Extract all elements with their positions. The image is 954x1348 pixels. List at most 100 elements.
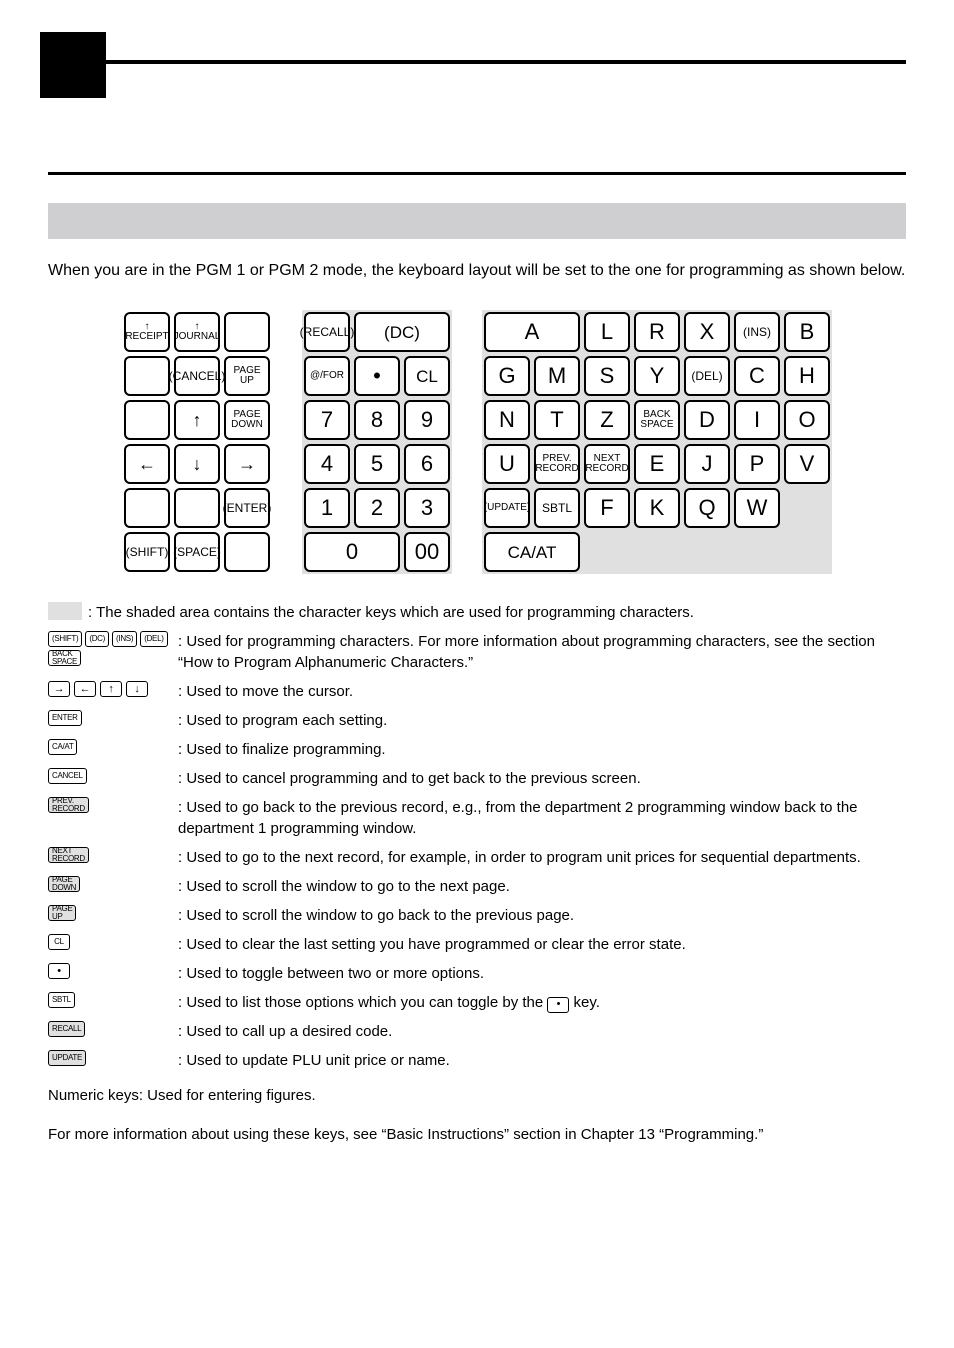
key-g[interactable]: G [484, 356, 530, 396]
legend-keycol: →←↑↓ [48, 681, 178, 697]
key-s[interactable]: S [584, 356, 630, 396]
key-journal[interactable]: ↑ JOURNAL [174, 312, 220, 352]
key-page-down[interactable]: PAGE DOWN [224, 400, 270, 440]
key-8[interactable]: 8 [354, 400, 400, 440]
legend-row: RECALL: Used to call up a desired code. [48, 1021, 906, 1042]
key-9[interactable]: 9 [404, 400, 450, 440]
key-v[interactable]: V [784, 444, 830, 484]
legend-badge: (DC) [85, 631, 109, 647]
key-4[interactable]: 4 [304, 444, 350, 484]
key-2[interactable]: 2 [354, 488, 400, 528]
key-ins[interactable]: (INS) [734, 312, 780, 352]
chapter-rule [106, 60, 906, 64]
key-w[interactable]: W [734, 488, 780, 528]
legend-desc: : Used to update PLU unit price or name. [178, 1050, 906, 1071]
key-e[interactable]: E [634, 444, 680, 484]
key-recall[interactable]: (RECALL) [304, 312, 350, 352]
key-cancel[interactable]: (CANCEL) [174, 356, 220, 396]
key-empty [124, 356, 170, 396]
chapter-number-box [40, 32, 106, 98]
key-page-up[interactable]: PAGE UP [224, 356, 270, 396]
legend-badge: BACK SPACE [48, 650, 81, 666]
key-c[interactable]: C [734, 356, 780, 396]
legend-row: SBTL: Used to list those options which y… [48, 992, 906, 1013]
legend-badge: RECALL [48, 1021, 85, 1037]
legend-shaded-desc: : The shaded area contains the character… [88, 602, 906, 623]
legend-keycol: PREV. RECORD [48, 797, 178, 813]
legend-row: →←↑↓: Used to move the cursor. [48, 681, 906, 702]
key-space[interactable]: (SPACE) [174, 532, 220, 572]
legend-desc: : Used to clear the last setting you hav… [178, 934, 906, 955]
legend-desc: : Used to program each setting. [178, 710, 906, 731]
key-next-record[interactable]: NEXT RECORD [584, 444, 630, 484]
key-at-for[interactable]: @/FOR [304, 356, 350, 396]
key-b[interactable]: B [784, 312, 830, 352]
key-update[interactable]: (UPDATE) [484, 488, 530, 528]
legend-badge: ↑ [100, 681, 122, 697]
legend-badge: CANCEL [48, 768, 87, 784]
key-r[interactable]: R [634, 312, 680, 352]
legend-desc: : Used to scroll the window to go to the… [178, 876, 906, 897]
key-dc[interactable]: (DC) [354, 312, 450, 352]
key-m[interactable]: M [534, 356, 580, 396]
key-enter[interactable]: (ENTER) [224, 488, 270, 528]
legend-badge: ↓ [126, 681, 148, 697]
legend-badge: CA/AT [48, 739, 77, 755]
key-empty [124, 488, 170, 528]
legend: : The shaded area contains the character… [48, 602, 906, 1145]
numeric-keys-note: Numeric keys: Used for entering figures. [48, 1085, 906, 1106]
legend-keycol: UPDATE [48, 1050, 178, 1066]
key-t[interactable]: T [534, 400, 580, 440]
key-6[interactable]: 6 [404, 444, 450, 484]
key-y[interactable]: Y [634, 356, 680, 396]
key-3[interactable]: 3 [404, 488, 450, 528]
key-arrow-right[interactable]: → [224, 444, 270, 484]
legend-keycol: CANCEL [48, 768, 178, 784]
key-arrow-left[interactable]: ← [124, 444, 170, 484]
key-shift[interactable]: (SHIFT) [124, 532, 170, 572]
legend-row: CA/AT: Used to finalize programming. [48, 739, 906, 760]
legend-keycol: NEXT RECORD [48, 847, 178, 863]
keyboard-layout: ↑ RECEIPT ↑ JOURNAL (CANCEL) PAGE UP ↑ P… [48, 310, 906, 574]
key-arrow-down[interactable]: ↓ [174, 444, 220, 484]
key-f[interactable]: F [584, 488, 630, 528]
key-7[interactable]: 7 [304, 400, 350, 440]
key-n[interactable]: N [484, 400, 530, 440]
key-k[interactable]: K [634, 488, 680, 528]
section-band [48, 203, 906, 239]
key-l[interactable]: L [584, 312, 630, 352]
key-empty [124, 400, 170, 440]
key-1[interactable]: 1 [304, 488, 350, 528]
key-empty [224, 532, 270, 572]
key-j[interactable]: J [684, 444, 730, 484]
key-sbtl[interactable]: SBTL [534, 488, 580, 528]
key-q[interactable]: Q [684, 488, 730, 528]
key-d[interactable]: D [684, 400, 730, 440]
key-0[interactable]: 0 [304, 532, 400, 572]
legend-keycol: CL [48, 934, 178, 950]
key-cl[interactable]: CL [404, 356, 450, 396]
key-receipt[interactable]: ↑ RECEIPT [124, 312, 170, 352]
legend-badge: PAGE UP [48, 905, 76, 921]
key-i[interactable]: I [734, 400, 780, 440]
key-h[interactable]: H [784, 356, 830, 396]
key-o[interactable]: O [784, 400, 830, 440]
legend-keycol: RECALL [48, 1021, 178, 1037]
key-5[interactable]: 5 [354, 444, 400, 484]
key-ca-at[interactable]: CA/AT [484, 532, 580, 572]
key-x[interactable]: X [684, 312, 730, 352]
legend-row: UPDATE: Used to update PLU unit price or… [48, 1050, 906, 1071]
key-p[interactable]: P [734, 444, 780, 484]
key-prev-record[interactable]: PREV. RECORD [534, 444, 580, 484]
key-00[interactable]: 00 [404, 532, 450, 572]
legend-badge: → [48, 681, 70, 697]
key-del[interactable]: (DEL) [684, 356, 730, 396]
key-a[interactable]: A [484, 312, 580, 352]
key-arrow-up[interactable]: ↑ [174, 400, 220, 440]
key-z[interactable]: Z [584, 400, 630, 440]
key-empty [174, 488, 220, 528]
key-u[interactable]: U [484, 444, 530, 484]
key-backspace[interactable]: BACK SPACE [634, 400, 680, 440]
subsection-rule [48, 172, 906, 175]
key-dot[interactable]: • [354, 356, 400, 396]
